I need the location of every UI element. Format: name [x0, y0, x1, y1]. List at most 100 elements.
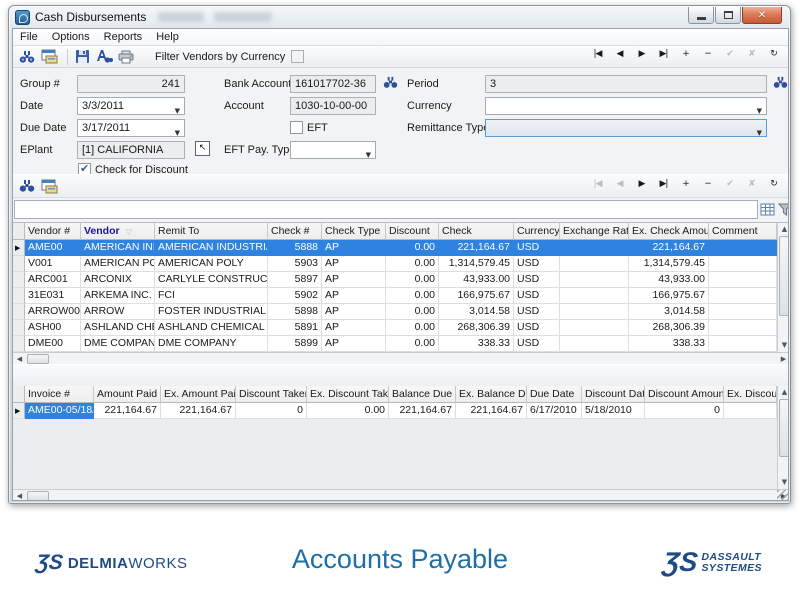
table-cell[interactable]: [560, 336, 629, 352]
table-cell[interactable]: 221,164.67: [439, 240, 514, 256]
insert-record-button[interactable]: +: [679, 49, 692, 59]
table-cell[interactable]: USD: [514, 288, 560, 304]
delete-record-button[interactable]: −: [701, 179, 714, 189]
due-date-combo[interactable]: 3/17/2011▼: [77, 119, 185, 137]
chevron-down-icon[interactable]: ▼: [757, 103, 762, 115]
table-cell[interactable]: USD: [514, 336, 560, 352]
print-icon[interactable]: [117, 49, 135, 65]
minimize-button[interactable]: [688, 7, 714, 24]
remittance-type-combo[interactable]: ▼: [485, 119, 767, 137]
print-checks-icon[interactable]: [40, 49, 58, 65]
table-cell[interactable]: 0.00: [386, 320, 439, 336]
table-row[interactable]: ASH00ASHLAND CHEMICASHLAND CHEMICAL5891A…: [13, 320, 777, 336]
eft-pay-type-combo[interactable]: ▼: [290, 141, 376, 159]
table-cell[interactable]: 6/17/2010: [527, 403, 582, 419]
delete-record-button[interactable]: −: [701, 49, 714, 59]
table-cell[interactable]: 5902: [268, 288, 322, 304]
search-icon[interactable]: [18, 49, 36, 65]
table-cell[interactable]: AP: [322, 336, 386, 352]
scroll-down-icon[interactable]: ▼: [778, 339, 789, 352]
table-cell[interactable]: 338.33: [629, 336, 709, 352]
table-row[interactable]: ARROW00ARROWFOSTER INDUSTRIAL S5898AP0.0…: [13, 304, 777, 320]
table-cell[interactable]: [560, 304, 629, 320]
table-row[interactable]: 31E031ARKEMA INC.FCI5902AP0.00166,975.67…: [13, 288, 777, 304]
column-header[interactable]: Discount: [386, 223, 439, 240]
period-search-icon[interactable]: [773, 76, 788, 89]
table-cell[interactable]: AP: [322, 240, 386, 256]
table-cell[interactable]: 3,014.58: [439, 304, 514, 320]
column-header[interactable]: Amount Paid: [94, 386, 161, 403]
column-header[interactable]: Discount Amount: [645, 386, 724, 403]
menu-file[interactable]: File: [13, 30, 45, 44]
table-cell[interactable]: [709, 288, 777, 304]
table-cell[interactable]: AP: [322, 256, 386, 272]
filter-funnel-icon[interactable]: [776, 201, 789, 218]
table-cell[interactable]: [560, 288, 629, 304]
table-cell[interactable]: ARKEMA INC.: [81, 288, 155, 304]
next-record-button[interactable]: ▶: [635, 49, 648, 59]
table-cell[interactable]: [709, 336, 777, 352]
column-header[interactable]: Currency: [514, 223, 560, 240]
table-cell[interactable]: 5898: [268, 304, 322, 320]
chevron-down-icon[interactable]: ▼: [175, 125, 180, 137]
table-cell[interactable]: 221,164.67: [389, 403, 456, 419]
table-cell[interactable]: FCI: [155, 288, 268, 304]
next-record-button[interactable]: ▶: [635, 179, 648, 189]
currency-combo[interactable]: ▼: [485, 97, 767, 115]
save-icon[interactable]: [73, 49, 91, 65]
column-header[interactable]: Ex. Discount Am: [724, 386, 777, 403]
table-cell[interactable]: 43,933.00: [629, 272, 709, 288]
table-cell[interactable]: 5/18/2010: [582, 403, 645, 419]
column-header[interactable]: Vendor▽: [81, 223, 155, 240]
column-header[interactable]: Vendor #: [25, 223, 81, 240]
find-vendor-icon[interactable]: [95, 49, 113, 65]
period-field[interactable]: 3: [485, 75, 767, 93]
column-header[interactable]: Discount Taken: [236, 386, 307, 403]
table-cell[interactable]: 0: [236, 403, 307, 419]
table-cell[interactable]: ARC001: [25, 272, 81, 288]
table-cell[interactable]: ARROW: [81, 304, 155, 320]
table-cell[interactable]: 43,933.00: [439, 272, 514, 288]
table-row[interactable]: AME00-05/18/10221,164.67221,164.6700.002…: [13, 403, 777, 419]
scroll-up-icon[interactable]: ▲: [778, 223, 789, 236]
table-cell[interactable]: USD: [514, 320, 560, 336]
table-cell[interactable]: USD: [514, 272, 560, 288]
table-cell[interactable]: 221,164.67: [161, 403, 236, 419]
vendors-vertical-scrollbar[interactable]: ▲ ▼: [777, 223, 789, 352]
table-cell[interactable]: [724, 403, 777, 419]
table-cell[interactable]: V001: [25, 256, 81, 272]
table-cell[interactable]: AP: [322, 320, 386, 336]
table-cell[interactable]: 3,014.58: [629, 304, 709, 320]
ap-horizontal-scrollbar[interactable]: ◀ ▶: [13, 489, 789, 501]
table-cell[interactable]: ASH00: [25, 320, 81, 336]
table-cell[interactable]: 166,975.67: [629, 288, 709, 304]
table-cell[interactable]: 221,164.67: [629, 240, 709, 256]
table-cell[interactable]: 31E031: [25, 288, 81, 304]
filter-vendors-checkbox[interactable]: [291, 50, 304, 63]
chevron-down-icon[interactable]: ▼: [366, 147, 371, 159]
column-header[interactable]: Ex. Balance Due: [456, 386, 527, 403]
table-cell[interactable]: [709, 320, 777, 336]
table-cell[interactable]: AMERICAN POLY: [81, 256, 155, 272]
column-header[interactable]: Due Date: [527, 386, 582, 403]
table-cell[interactable]: 166,975.67: [439, 288, 514, 304]
maximize-button[interactable]: [715, 7, 741, 24]
table-cell[interactable]: 0: [645, 403, 724, 419]
table-cell[interactable]: AP: [322, 304, 386, 320]
group-field[interactable]: 241: [77, 75, 185, 93]
date-combo[interactable]: 3/3/2011▼: [77, 97, 185, 115]
table-cell[interactable]: DME00: [25, 336, 81, 352]
table-cell[interactable]: ARROW00: [25, 304, 81, 320]
table-cell[interactable]: 268,306.39: [629, 320, 709, 336]
table-cell[interactable]: AMERICAN POLY: [155, 256, 268, 272]
table-row[interactable]: AME00AMERICAN INDUSAMERICAN INDUSTRIAL58…: [13, 240, 777, 256]
table-cell[interactable]: 0.00: [386, 272, 439, 288]
table-cell[interactable]: 338.33: [439, 336, 514, 352]
table-cell[interactable]: 1,314,579.45: [439, 256, 514, 272]
table-cell[interactable]: [709, 272, 777, 288]
column-header[interactable]: Check #: [268, 223, 322, 240]
column-header[interactable]: Ex. Check Amount: [629, 223, 709, 240]
table-cell[interactable]: 5903: [268, 256, 322, 272]
column-header[interactable]: Discount Date: [582, 386, 645, 403]
refresh-button[interactable]: ↻: [767, 49, 780, 59]
